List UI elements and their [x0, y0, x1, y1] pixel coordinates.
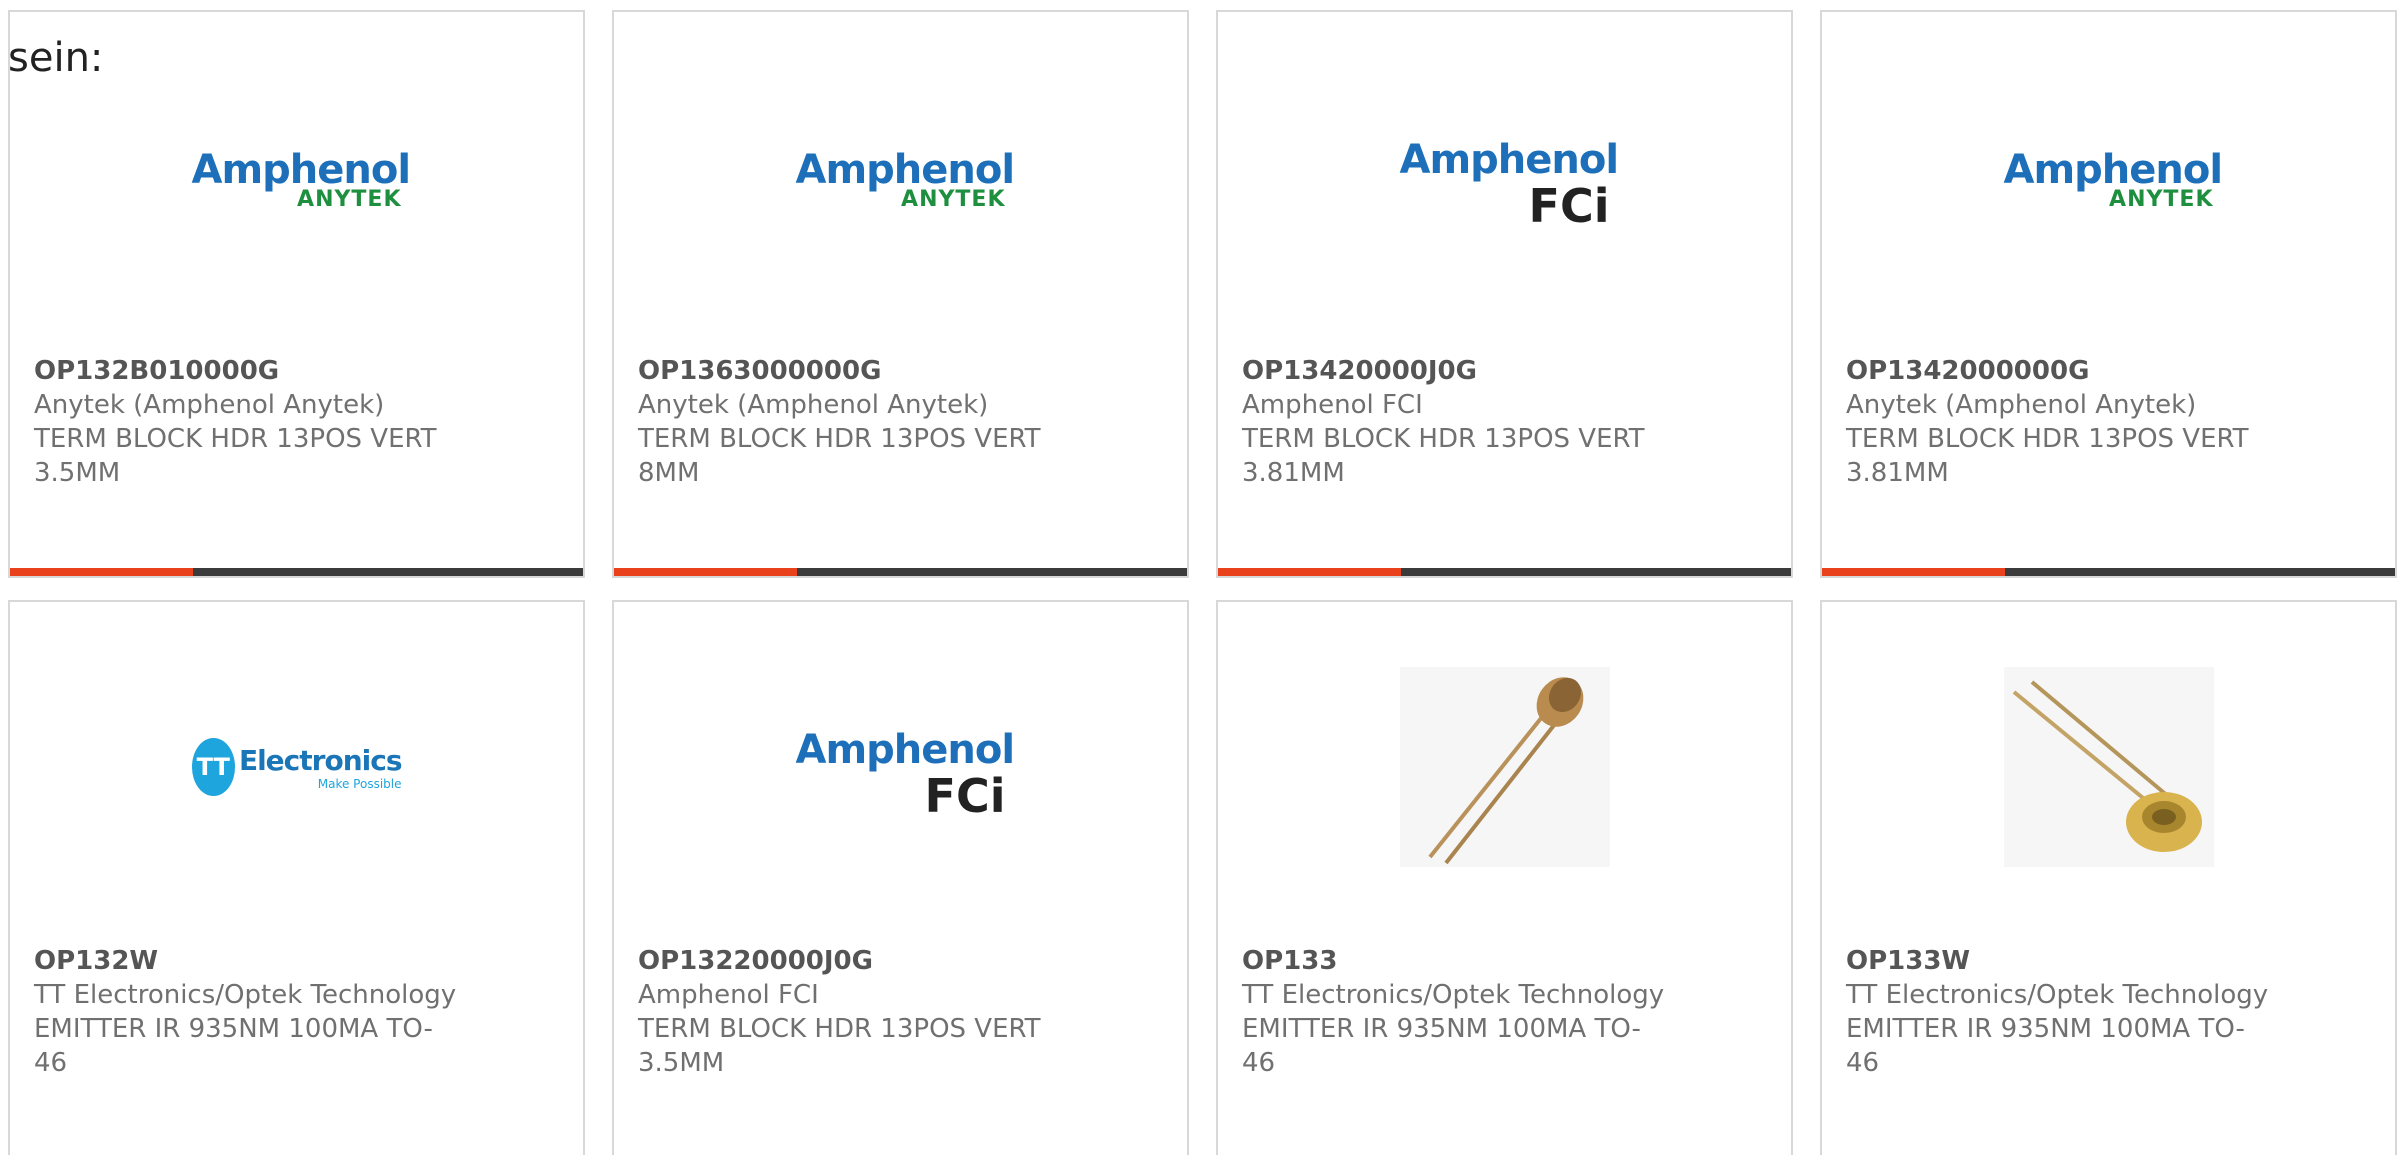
product-image[interactable] [1218, 602, 1791, 932]
manufacturer: Anytek (Amphenol Anytek) [34, 390, 385, 420]
progress-fill [10, 568, 194, 576]
tt-electronics-logo: TT Electronics Make Possible [191, 727, 402, 807]
progress-bar [10, 568, 583, 576]
product-card[interactable]: OP133W TT Electronics/Optek Technology E… [1820, 600, 2397, 1155]
description: EMITTER IR 935NM 100MA TO-46 [1242, 1014, 1641, 1078]
product-info: OP133 TT Electronics/Optek Technology EM… [1242, 944, 1767, 1080]
manufacturer: TT Electronics/Optek Technology [34, 980, 457, 1010]
product-card[interactable]: Amphenol ANYTEK OP1363000000G Anytek (Am… [612, 10, 1189, 578]
product-info: OP13220000J0G Amphenol FCI TERM BLOCK HD… [638, 944, 1163, 1080]
progress-fill [614, 568, 798, 576]
description: TERM BLOCK HDR 13POS VERT 3.5MM [638, 1014, 1041, 1078]
part-number-link[interactable]: OP132W [34, 944, 559, 978]
product-info: OP132B010000G Anytek (Amphenol Anytek) T… [34, 354, 559, 490]
manufacturer: Anytek (Amphenol Anytek) [638, 390, 989, 420]
part-number-link[interactable]: OP1342000000G [1846, 354, 2371, 388]
product-grid-page: sein: Amphenol ANYTEK OP132B010000G Anyt… [0, 0, 2400, 1155]
description: EMITTER IR 935NM 100MA TO-46 [1846, 1014, 2245, 1078]
led-emitter-photo [2003, 667, 2214, 867]
product-image[interactable] [1822, 602, 2395, 932]
led-emitter-photo [1399, 667, 1610, 867]
amphenol-fci-logo: Amphenol FCi [1399, 137, 1620, 233]
progress-fill [1822, 568, 2006, 576]
product-card[interactable]: OP133 TT Electronics/Optek Technology EM… [1216, 600, 1793, 1155]
product-image[interactable]: Amphenol FCi [614, 602, 1187, 932]
manufacturer: TT Electronics/Optek Technology [1846, 980, 2269, 1010]
product-card[interactable]: Amphenol FCi OP13220000J0G Amphenol FCI … [612, 600, 1189, 1155]
progress-bar [1822, 568, 2395, 576]
progress-fill [1218, 568, 1402, 576]
product-info: OP13420000J0G Amphenol FCI TERM BLOCK HD… [1242, 354, 1767, 490]
product-info: OP1363000000G Anytek (Amphenol Anytek) T… [638, 354, 1163, 490]
amphenol-fci-logo: Amphenol FCi [795, 727, 1016, 823]
product-image[interactable]: Amphenol ANYTEK [1822, 12, 2395, 342]
part-number-link[interactable]: OP1363000000G [638, 354, 1163, 388]
part-number-link[interactable]: OP13220000J0G [638, 944, 1163, 978]
amphenol-anytek-logo: Amphenol ANYTEK [191, 147, 412, 212]
manufacturer: Amphenol FCI [1242, 390, 1423, 420]
progress-bar [1218, 568, 1791, 576]
amphenol-anytek-logo: Amphenol ANYTEK [795, 147, 1016, 212]
manufacturer: Anytek (Amphenol Anytek) [1846, 390, 2197, 420]
product-card[interactable]: Amphenol ANYTEK OP1342000000G Anytek (Am… [1820, 10, 2397, 578]
product-image[interactable]: Amphenol FCi [1218, 12, 1791, 342]
product-image[interactable]: Amphenol ANYTEK [614, 12, 1187, 342]
product-info: OP133W TT Electronics/Optek Technology E… [1846, 944, 2371, 1080]
description: TERM BLOCK HDR 13POS VERT 3.81MM [1242, 424, 1645, 488]
product-info: OP1342000000G Anytek (Amphenol Anytek) T… [1846, 354, 2371, 490]
progress-bar [614, 568, 1187, 576]
product-image[interactable]: TT Electronics Make Possible [10, 602, 583, 932]
part-number-link[interactable]: OP132B010000G [34, 354, 559, 388]
amphenol-anytek-logo: Amphenol ANYTEK [2003, 147, 2224, 212]
part-number-link[interactable]: OP133W [1846, 944, 2371, 978]
description: TERM BLOCK HDR 13POS VERT 8MM [638, 424, 1041, 488]
description: TERM BLOCK HDR 13POS VERT 3.5MM [34, 424, 437, 488]
manufacturer: Amphenol FCI [638, 980, 819, 1010]
description: TERM BLOCK HDR 13POS VERT 3.81MM [1846, 424, 2249, 488]
manufacturer: TT Electronics/Optek Technology [1242, 980, 1665, 1010]
product-card[interactable]: Amphenol FCi OP13420000J0G Amphenol FCI … [1216, 10, 1793, 578]
product-card[interactable]: Amphenol ANYTEK OP132B010000G Anytek (Am… [8, 10, 585, 578]
description: EMITTER IR 935NM 100MA TO-46 [34, 1014, 433, 1078]
part-number-link[interactable]: OP133 [1242, 944, 1767, 978]
part-number-link[interactable]: OP13420000J0G [1242, 354, 1767, 388]
product-info: OP132W TT Electronics/Optek Technology E… [34, 944, 559, 1080]
intro-text: sein: [8, 35, 104, 81]
product-card[interactable]: TT Electronics Make Possible OP132W TT E… [8, 600, 585, 1155]
